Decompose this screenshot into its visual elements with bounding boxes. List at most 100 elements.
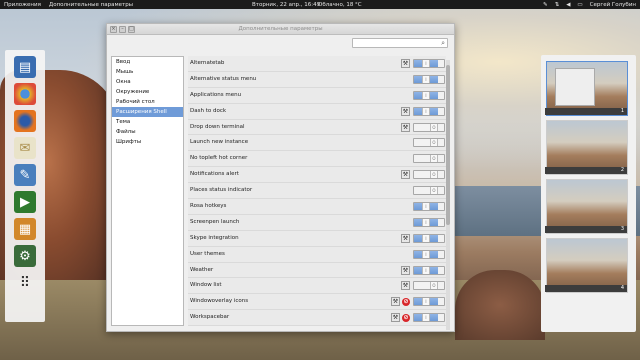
search-input[interactable]: ⌕ [352, 38, 448, 48]
extension-name: Rosa hotkeys [190, 203, 227, 210]
extension-row: Alternative status menu I [188, 72, 446, 88]
extension-name: Workspacebar [190, 314, 230, 321]
photos-icon[interactable]: ▦ [14, 218, 36, 240]
error-icon: ⊘ [402, 297, 410, 306]
extension-row: Alternatetab ⚒ I [188, 56, 446, 72]
extension-name: Notifications alert [190, 171, 239, 178]
scrollbar[interactable] [446, 60, 450, 330]
extension-toggle[interactable]: I [413, 90, 445, 100]
workspace-number: 4 [545, 285, 627, 292]
extension-name: Alternatetab [190, 60, 225, 66]
extension-toggle[interactable]: I [413, 297, 445, 307]
tweak-tool-window: × – □ Дополнительные параметры ⌕ Ввод Мыш… [106, 23, 455, 332]
workspace-thumbnail[interactable]: 1 [545, 61, 628, 116]
extension-name: Alternative status menu [190, 75, 257, 82]
extension-toggle[interactable]: I [413, 249, 445, 259]
extension-name: Weather [190, 266, 214, 273]
video-icon[interactable]: ▶ [14, 191, 36, 213]
extension-row: Applications menu I [188, 88, 446, 104]
sidebar-item[interactable]: Тема [112, 117, 183, 127]
extension-name: Screenpen launch [190, 218, 240, 225]
user-icon[interactable]: ✎ [543, 2, 548, 8]
sidebar-item[interactable]: Ввод [112, 57, 183, 67]
sidebar-item[interactable]: Шрифты [112, 137, 183, 147]
extension-toggle[interactable]: O [413, 186, 445, 196]
toggle-knob: O [430, 155, 438, 163]
apps-grid-icon[interactable]: ⠿ [14, 272, 36, 294]
extension-toggle[interactable]: I [413, 106, 445, 116]
extension-settings-icon[interactable]: ⚒ [401, 233, 410, 243]
applications-menu[interactable]: Приложения [4, 2, 41, 8]
extension-row: Weather ⚒ I [188, 263, 446, 279]
mail-icon[interactable]: ✉ [14, 137, 36, 159]
toggle-knob: I [422, 298, 430, 306]
extension-row: Drop down terminal ⚒ O [188, 120, 446, 136]
extension-settings-icon[interactable]: ⚒ [401, 281, 410, 291]
sidebar-item[interactable]: Рабочий стол [112, 97, 183, 107]
extension-toggle[interactable]: O [413, 154, 445, 164]
battery-icon[interactable]: ▭ [577, 2, 582, 8]
workspace-thumbnail[interactable]: 2 [545, 120, 628, 175]
extension-row: Places status indicator O [188, 183, 446, 200]
sidebar-item[interactable]: Окружение [112, 87, 183, 97]
extension-settings-icon[interactable]: ⚒ [401, 106, 410, 116]
toggle-knob: I [422, 314, 430, 322]
extension-toggle[interactable]: I [413, 59, 445, 68]
sidebar-item[interactable]: Окна [112, 77, 183, 87]
active-app-menu[interactable]: Дополнительные параметры [49, 2, 133, 8]
extensions-list: Alternatetab ⚒ I Alternative status menu I Ap… [188, 56, 446, 327]
scrollbar-thumb[interactable] [446, 65, 450, 225]
workspace-thumbnail[interactable]: 4 [545, 238, 628, 293]
extension-settings-icon[interactable]: ⚒ [391, 297, 400, 307]
extension-toggle[interactable]: I [413, 233, 445, 243]
toggle-knob: O [430, 171, 438, 179]
extension-toggle[interactable]: I [413, 202, 445, 212]
workspace-number: 3 [545, 226, 627, 233]
search-icon: ⌕ [441, 39, 445, 47]
extension-name: Applications menu [190, 91, 242, 98]
extension-toggle[interactable]: I [413, 265, 445, 275]
extension-toggle[interactable]: O [413, 281, 445, 291]
extension-settings-icon[interactable]: ⚒ [401, 170, 410, 180]
extension-toggle[interactable]: O [413, 170, 445, 180]
extension-settings-icon[interactable]: ⚒ [401, 59, 410, 68]
sidebar-item[interactable]: Файлы [112, 127, 183, 137]
error-icon: ⊘ [402, 313, 410, 322]
window-preview [555, 68, 595, 106]
sidebar-item[interactable]: Расширения Shell [112, 107, 183, 117]
extension-toggle[interactable]: I [413, 74, 445, 84]
toggle-knob: O [430, 123, 438, 131]
volume-icon[interactable]: ◀ [566, 2, 570, 8]
extension-name: Dash to dock [190, 107, 227, 114]
settings-icon[interactable]: ⚙ [14, 245, 36, 267]
workspace-number: 1 [545, 108, 627, 115]
extension-name: Places status indicator [190, 187, 253, 194]
extension-name: Window list [190, 282, 222, 289]
extension-name: Windowoverlay icons [190, 298, 249, 305]
extension-toggle[interactable]: I [413, 217, 445, 227]
extension-name: User themes [190, 250, 225, 257]
network-icon[interactable]: ⇅ [555, 2, 560, 8]
extension-toggle[interactable]: I [413, 313, 445, 323]
notes-icon[interactable]: ✎ [14, 164, 36, 186]
extension-row: Launch new instance O [188, 135, 446, 152]
files-icon[interactable]: ▤ [14, 56, 36, 78]
clock[interactable]: Вторник, 22 апр., 16:49 [252, 2, 320, 8]
firefox-icon[interactable] [14, 110, 36, 132]
toggle-knob: I [422, 218, 430, 226]
extension-toggle[interactable]: O [413, 138, 445, 148]
workspace-thumbnail[interactable]: 3 [545, 179, 628, 234]
chrome-icon[interactable] [14, 83, 36, 105]
user-menu[interactable]: Сергей Голубин [590, 2, 636, 8]
extension-settings-icon[interactable]: ⚒ [391, 313, 400, 323]
toggle-knob: O [430, 139, 438, 147]
extension-row: No topleft hot corner O [188, 151, 446, 168]
extension-settings-icon[interactable]: ⚒ [401, 265, 410, 275]
extension-settings-icon[interactable]: ⚒ [401, 122, 410, 132]
extension-toggle[interactable]: O [413, 122, 445, 132]
toggle-knob: I [422, 234, 430, 242]
sidebar-item[interactable]: Мышь [112, 67, 183, 77]
extension-row: Dash to dock ⚒ I [188, 104, 446, 120]
weather-indicator[interactable]: Облачно, 18 °C [318, 2, 362, 8]
title-bar[interactable]: × – □ Дополнительные параметры [107, 24, 454, 35]
